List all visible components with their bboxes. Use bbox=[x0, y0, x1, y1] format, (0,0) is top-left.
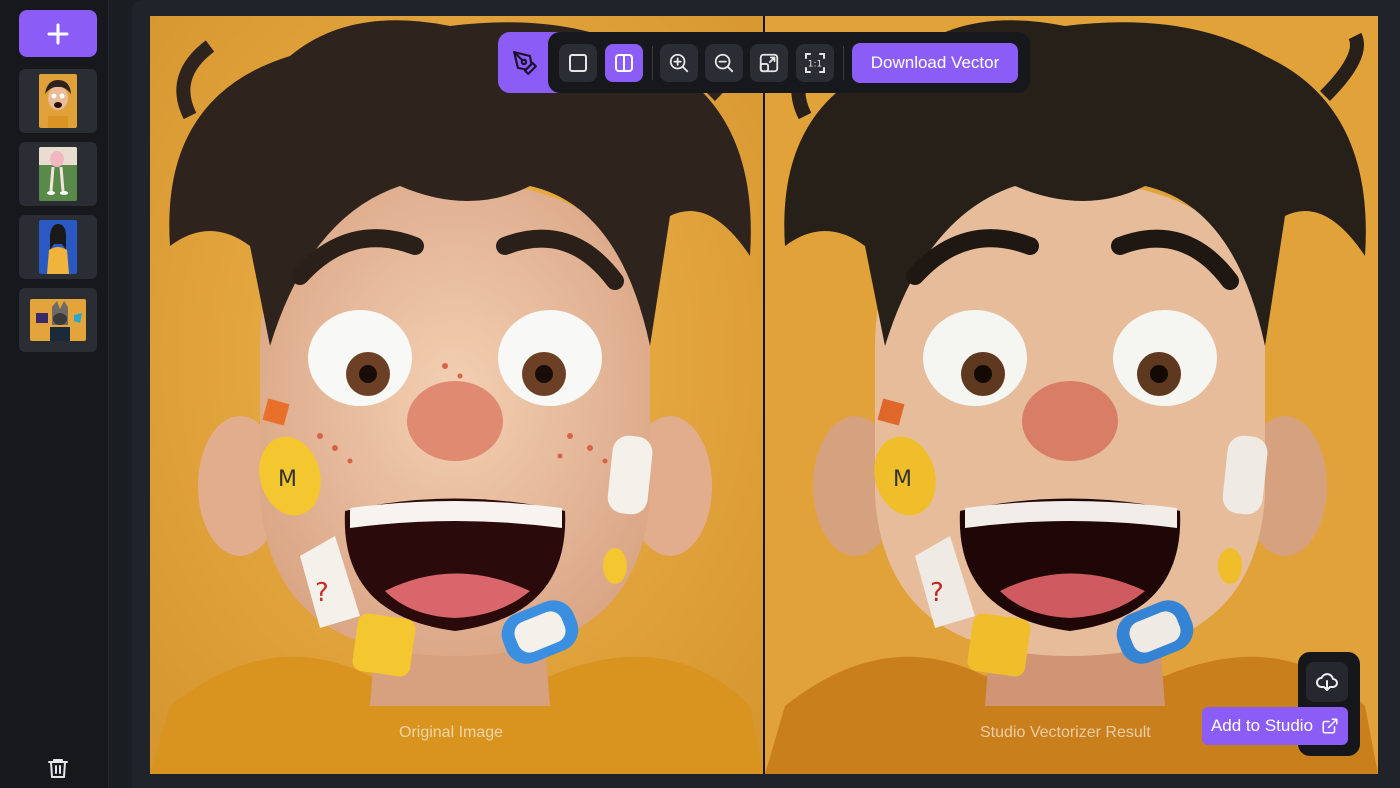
toolbar-separator bbox=[843, 46, 844, 80]
view-toolbar: 1:1 Download Vector bbox=[548, 32, 1030, 93]
split-view-icon bbox=[615, 54, 633, 72]
single-view-button[interactable] bbox=[559, 44, 597, 82]
thumbnail-woman-blue-background[interactable] bbox=[19, 215, 97, 279]
zoom-in-button[interactable] bbox=[660, 44, 698, 82]
split-view-button[interactable] bbox=[605, 44, 643, 82]
svg-text:?: ? bbox=[930, 578, 944, 608]
vectorized-result-caption: Studio Vectorizer Result bbox=[980, 724, 1151, 741]
thumbnail-image bbox=[30, 299, 86, 341]
download-vector-button[interactable]: Download Vector bbox=[852, 43, 1018, 83]
add-to-studio-button[interactable]: Add to Studio bbox=[1202, 707, 1348, 745]
plus-icon bbox=[47, 23, 69, 44]
comparison-view[interactable]: M ? Original Image M ? Studio Vectorizer… bbox=[150, 16, 1378, 774]
download-button[interactable] bbox=[1306, 662, 1348, 702]
cloud-download-icon bbox=[1316, 673, 1338, 691]
thumbnail-character[interactable] bbox=[19, 288, 97, 352]
original-image: M ? bbox=[150, 16, 763, 774]
actual-size-icon: 1:1 bbox=[805, 53, 825, 73]
pen-tool-icon bbox=[513, 50, 537, 75]
vectorized-image: M ? bbox=[765, 16, 1378, 774]
actual-size-label: 1:1 bbox=[808, 60, 822, 70]
thumbnail-image bbox=[39, 74, 77, 128]
zoom-out-button[interactable] bbox=[705, 44, 743, 82]
svg-text:?: ? bbox=[315, 578, 329, 608]
zoom-in-icon bbox=[669, 53, 689, 73]
toolbar-separator bbox=[652, 46, 653, 80]
sidebar bbox=[0, 0, 109, 788]
actual-size-button[interactable]: 1:1 bbox=[796, 44, 834, 82]
vectorized-result-pane: M ? Studio Vectorizer Result bbox=[765, 16, 1378, 774]
original-image-pane: M ? Original Image bbox=[150, 16, 763, 774]
thumbnail-boy-portrait[interactable] bbox=[19, 69, 97, 133]
square-icon bbox=[569, 54, 587, 72]
add-image-button[interactable] bbox=[19, 10, 97, 57]
expand-icon bbox=[759, 53, 779, 73]
add-to-studio-label: Add to Studio bbox=[1210, 716, 1314, 735]
svg-text:M: M bbox=[893, 467, 912, 492]
external-link-icon bbox=[1322, 718, 1338, 734]
thumbnail-image bbox=[39, 147, 77, 201]
zoom-out-icon bbox=[714, 53, 734, 73]
thumbnail-badminton-player[interactable] bbox=[19, 142, 97, 206]
original-image-caption: Original Image bbox=[399, 724, 504, 741]
trash-icon bbox=[48, 759, 68, 778]
delete-button[interactable] bbox=[44, 754, 72, 782]
fit-to-screen-button[interactable] bbox=[750, 44, 788, 82]
thumbnail-image bbox=[39, 220, 77, 274]
svg-text:M: M bbox=[278, 467, 297, 492]
